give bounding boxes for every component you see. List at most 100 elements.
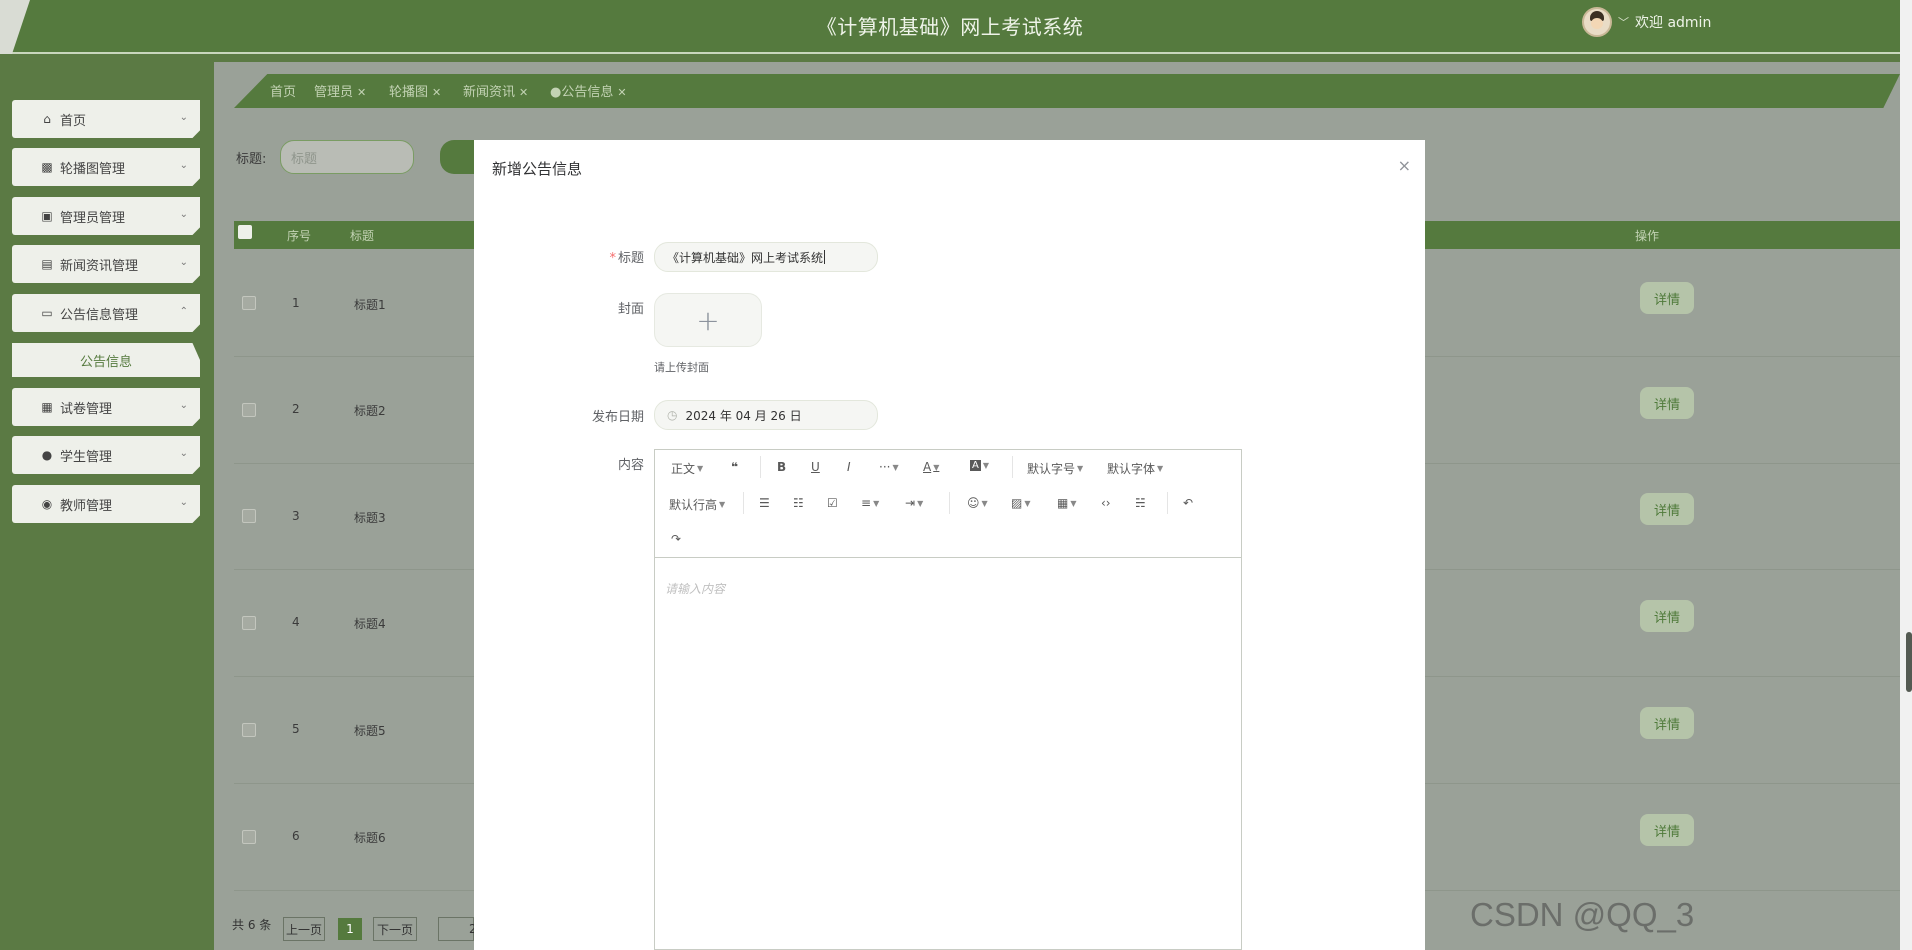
column-header-action[interactable]: 操作: [1635, 227, 1659, 244]
toolbar-divider: [1167, 492, 1168, 514]
current-page[interactable]: 1: [338, 918, 362, 940]
row-title: 标题3: [354, 511, 386, 525]
indent-dropdown[interactable]: ⇥ ▼: [905, 496, 923, 510]
chevron-down-icon: ⌄: [179, 497, 188, 508]
close-icon[interactable]: ✕: [357, 86, 366, 99]
search-button[interactable]: [440, 140, 476, 174]
close-icon[interactable]: ×: [1398, 156, 1411, 175]
chevron-down-icon: ⌄: [179, 209, 188, 220]
date-picker[interactable]: ◷ 2024 年 04 月 26 日: [654, 400, 878, 430]
row-checkbox[interactable]: [242, 616, 256, 630]
detail-button[interactable]: 详情: [1640, 814, 1694, 846]
row-checkbox[interactable]: [242, 830, 256, 844]
row-checkbox[interactable]: [242, 509, 256, 523]
close-icon[interactable]: ✕: [617, 86, 626, 99]
sidebar-item-label: 教师管理: [60, 498, 113, 514]
font-color-dropdown[interactable]: A ▼: [923, 460, 939, 474]
line-height-dropdown[interactable]: 默认行高 ▼: [669, 496, 725, 513]
redo-icon[interactable]: ↷: [671, 532, 681, 546]
page-scrollbar[interactable]: [1900, 0, 1912, 950]
quote-icon[interactable]: ❝: [731, 460, 738, 474]
tab-carousel[interactable]: 轮播图 ✕: [389, 81, 441, 100]
emoji-dropdown[interactable]: ☺ ▼: [967, 496, 988, 510]
sidebar-item-home[interactable]: ⌂ 首页 ⌄: [12, 100, 200, 138]
table-dropdown[interactable]: ▦ ▼: [1057, 496, 1077, 510]
select-all-checkbox[interactable]: [238, 225, 252, 239]
avatar[interactable]: [1582, 7, 1612, 37]
column-header-title[interactable]: 标题: [350, 227, 374, 244]
close-icon[interactable]: ✕: [519, 86, 528, 99]
font-size-dropdown[interactable]: 默认字号 ▼: [1027, 460, 1083, 477]
editor-placeholder[interactable]: 请输入内容: [665, 580, 725, 597]
detail-button[interactable]: 详情: [1640, 493, 1694, 525]
caret-down-icon: ▼: [892, 462, 899, 472]
font-family-dropdown[interactable]: 默认字体 ▼: [1107, 460, 1163, 477]
chevron-down-icon[interactable]: ﹀: [1618, 14, 1629, 30]
underline-icon[interactable]: U: [811, 460, 820, 474]
sidebar-item-label: 公告信息管理: [60, 307, 139, 323]
italic-icon[interactable]: I: [847, 460, 851, 474]
printer-icon: ▭: [41, 306, 53, 320]
align-dropdown[interactable]: ≡ ▼: [861, 496, 879, 510]
row-checkbox[interactable]: [242, 296, 256, 310]
caret-down-icon: ▼: [933, 462, 940, 472]
row-title: 标题2: [354, 404, 386, 418]
row-index: 4: [292, 615, 300, 629]
detail-button[interactable]: 详情: [1640, 600, 1694, 632]
row-checkbox[interactable]: [242, 723, 256, 737]
chevron-down-icon: ⌄: [179, 400, 188, 411]
tab-news[interactable]: 新闻资讯 ✕: [463, 81, 528, 100]
divider-line-icon[interactable]: ☵: [1135, 496, 1146, 510]
search-label: 标题:: [236, 152, 267, 167]
bold-icon[interactable]: B: [777, 460, 786, 474]
caret-down-icon: ▼: [917, 498, 924, 508]
bullet-list-icon[interactable]: ☰: [759, 496, 770, 510]
detail-button[interactable]: 详情: [1640, 387, 1694, 419]
cover-upload[interactable]: +: [654, 293, 762, 347]
sidebar-item-admins[interactable]: ▣ 管理员管理 ⌄: [12, 197, 200, 235]
search-input[interactable]: 标题: [280, 140, 414, 174]
person-icon: ●: [41, 448, 53, 462]
close-icon[interactable]: ✕: [432, 86, 441, 99]
paragraph-style-dropdown[interactable]: 正文 ▼: [671, 460, 703, 477]
title-input[interactable]: 《计算机基础》网上考试系统: [654, 242, 878, 272]
more-format-dropdown[interactable]: ··· ▼: [879, 460, 899, 474]
sidebar-item-notices[interactable]: ▭ 公告信息管理 ⌃: [12, 294, 200, 332]
user-menu[interactable]: ﹀ 欢迎 admin: [1582, 7, 1711, 37]
caret-down-icon: ▼: [1157, 464, 1164, 473]
teacher-icon: ◉: [41, 497, 53, 511]
scrollbar-thumb[interactable]: [1906, 632, 1912, 692]
background-color-dropdown[interactable]: A ▼: [970, 460, 989, 471]
numbered-list-icon[interactable]: ☷: [793, 496, 804, 510]
tab-admins[interactable]: 管理员 ✕: [314, 81, 366, 100]
grid-icon: ▦: [41, 400, 53, 414]
toolbar-divider: [1012, 456, 1013, 478]
next-page-button[interactable]: 下一页: [373, 917, 417, 941]
welcome-text: 欢迎 admin: [1635, 15, 1712, 31]
todo-checkbox-icon[interactable]: ☑: [827, 496, 838, 510]
code-icon[interactable]: ‹›: [1101, 496, 1111, 510]
tab-notice-info[interactable]: ●公告信息 ✕: [550, 81, 627, 100]
row-title: 标题6: [354, 831, 386, 845]
image-dropdown[interactable]: ▨ ▼: [1011, 496, 1031, 510]
chevron-up-icon: ⌃: [179, 306, 188, 317]
undo-icon[interactable]: ↶: [1183, 496, 1193, 510]
rich-text-editor: 正文 ▼ ❝ B U I ··· ▼ A ▼ A ▼ 默认字号 ▼ 默认字体 ▼ 默认行高 ▼…: [654, 449, 1242, 950]
page-size-select[interactable]: 2: [438, 917, 477, 941]
tab-home[interactable]: 首页: [270, 81, 296, 100]
sidebar-subitem-notice-info[interactable]: 公告信息: [12, 343, 200, 377]
chevron-down-icon: ⌄: [179, 257, 188, 268]
row-checkbox[interactable]: [242, 403, 256, 417]
sidebar-item-news[interactable]: ▤ 新闻资讯管理 ⌄: [12, 245, 200, 283]
caret-down-icon: ▼: [873, 498, 880, 508]
caret-down-icon: ▼: [1070, 498, 1077, 508]
detail-button[interactable]: 详情: [1640, 707, 1694, 739]
column-header-index[interactable]: 序号: [287, 227, 311, 244]
sidebar-item-students[interactable]: ● 学生管理 ⌄: [12, 436, 200, 474]
sidebar-item-teachers[interactable]: ◉ 教师管理 ⌄: [12, 485, 200, 523]
sidebar-item-exams[interactable]: ▦ 试卷管理 ⌄: [12, 388, 200, 426]
sidebar-item-carousel[interactable]: ▩ 轮播图管理 ⌄: [12, 148, 200, 186]
cover-field-label: 封面: [617, 302, 644, 317]
detail-button[interactable]: 详情: [1640, 282, 1694, 314]
prev-page-button[interactable]: 上一页: [283, 917, 325, 941]
